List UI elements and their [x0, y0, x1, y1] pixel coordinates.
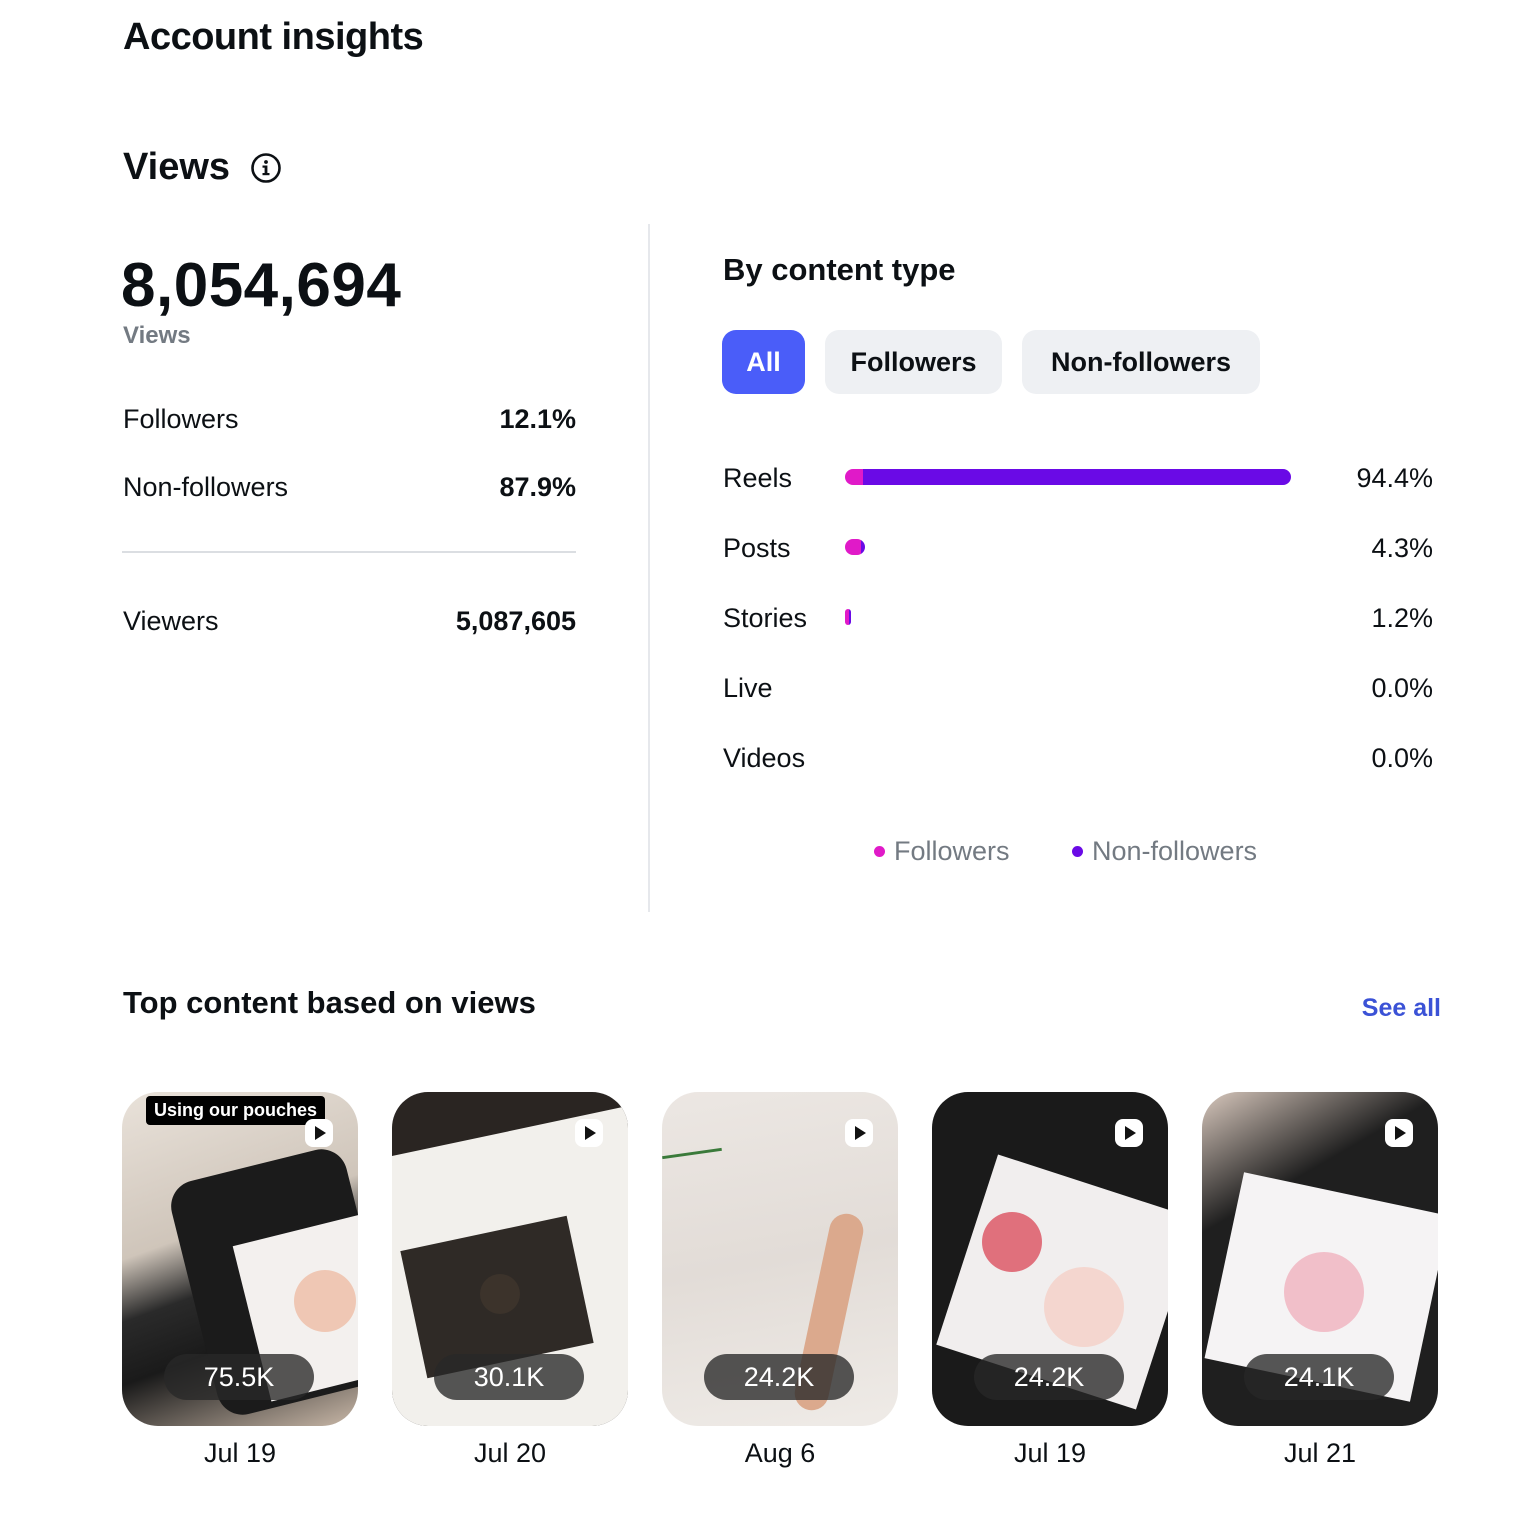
view-count-pill: 24.1K — [1244, 1354, 1394, 1400]
posts-bar — [845, 539, 865, 555]
thumbnail-baby — [480, 1274, 520, 1314]
content-type-label-live: Live — [723, 673, 773, 703]
thumbnail-flowers — [982, 1212, 1042, 1272]
top-content-card[interactable]: Using our pouches 75.5K — [122, 1092, 358, 1426]
content-type-percent-posts: 4.3% — [1371, 533, 1433, 563]
non-followers-label: Non-followers — [123, 472, 289, 502]
top-content-title: Top content based on views — [123, 985, 536, 1020]
content-type-title: By content type — [723, 252, 956, 287]
view-count-pill: 24.2K — [974, 1354, 1124, 1400]
followers-percent: 12.1% — [499, 404, 576, 434]
filter-chip-non-followers[interactable]: Non-followers — [1022, 330, 1260, 394]
stories-bar — [845, 609, 851, 625]
viewers-count: 5,087,605 — [455, 606, 576, 636]
followers-dot-icon — [874, 846, 885, 857]
column-divider — [648, 224, 650, 912]
top-content-date: Jul 19 — [203, 1438, 277, 1468]
top-content-card[interactable]: 24.1K — [1202, 1092, 1438, 1426]
content-type-label-reels: Reels — [723, 463, 793, 493]
top-content-card[interactable]: 30.1K — [392, 1092, 628, 1426]
non-followers-percent: 87.9% — [499, 472, 576, 502]
content-type-label-posts: Posts — [723, 533, 791, 563]
followers-label: Followers — [123, 404, 239, 434]
filter-chip-all[interactable]: All — [722, 330, 805, 394]
content-type-percent-live: 0.0% — [1371, 673, 1433, 703]
view-count-pill: 75.5K — [164, 1354, 314, 1400]
top-content-date: Jul 20 — [473, 1438, 547, 1468]
legend-non-followers-label: Non-followers — [1092, 836, 1258, 866]
page-title: Account insights — [123, 16, 424, 58]
thumbnail-stem — [662, 1147, 722, 1160]
see-all-link[interactable]: See all — [1362, 994, 1441, 1023]
top-content-date: Jul 19 — [1013, 1438, 1087, 1468]
view-count-pill: 30.1K — [434, 1354, 584, 1400]
legend-followers: Followers — [874, 836, 1010, 867]
top-content-date: Aug 6 — [744, 1438, 816, 1468]
reels-bar — [845, 469, 1291, 485]
total-views-label: Views — [123, 322, 191, 349]
reel-play-icon — [575, 1119, 603, 1147]
content-type-label-stories: Stories — [723, 603, 808, 633]
reel-play-icon — [305, 1119, 333, 1147]
views-section-title: Views — [123, 146, 231, 188]
top-content-card[interactable]: 24.2K — [662, 1092, 898, 1426]
view-count-pill: 24.2K — [704, 1354, 854, 1400]
legend-non-followers: Non-followers — [1072, 836, 1257, 867]
content-type-label-videos: Videos — [723, 743, 806, 773]
thumbnail-baby — [294, 1270, 356, 1332]
top-content-date: Jul 21 — [1283, 1438, 1357, 1468]
content-type-percent-reels: 94.4% — [1356, 463, 1433, 493]
reel-play-icon — [1115, 1119, 1143, 1147]
legend-followers-label: Followers — [894, 836, 1010, 866]
top-content-card[interactable]: 24.2K — [932, 1092, 1168, 1426]
reel-play-icon — [1385, 1119, 1413, 1147]
content-type-percent-videos: 0.0% — [1371, 743, 1433, 773]
total-views-count: 8,054,694 — [121, 251, 402, 320]
reel-caption: Using our pouches — [146, 1096, 326, 1125]
reel-play-icon — [845, 1119, 873, 1147]
filter-chip-followers[interactable]: Followers — [825, 330, 1002, 394]
content-type-percent-stories: 1.2% — [1371, 603, 1433, 633]
info-icon[interactable] — [250, 152, 282, 184]
thumbnail-baby — [1284, 1252, 1364, 1332]
viewers-label: Viewers — [123, 606, 219, 636]
thumbnail-baby — [1044, 1267, 1124, 1347]
divider — [122, 551, 576, 553]
non-followers-dot-icon — [1072, 846, 1083, 857]
